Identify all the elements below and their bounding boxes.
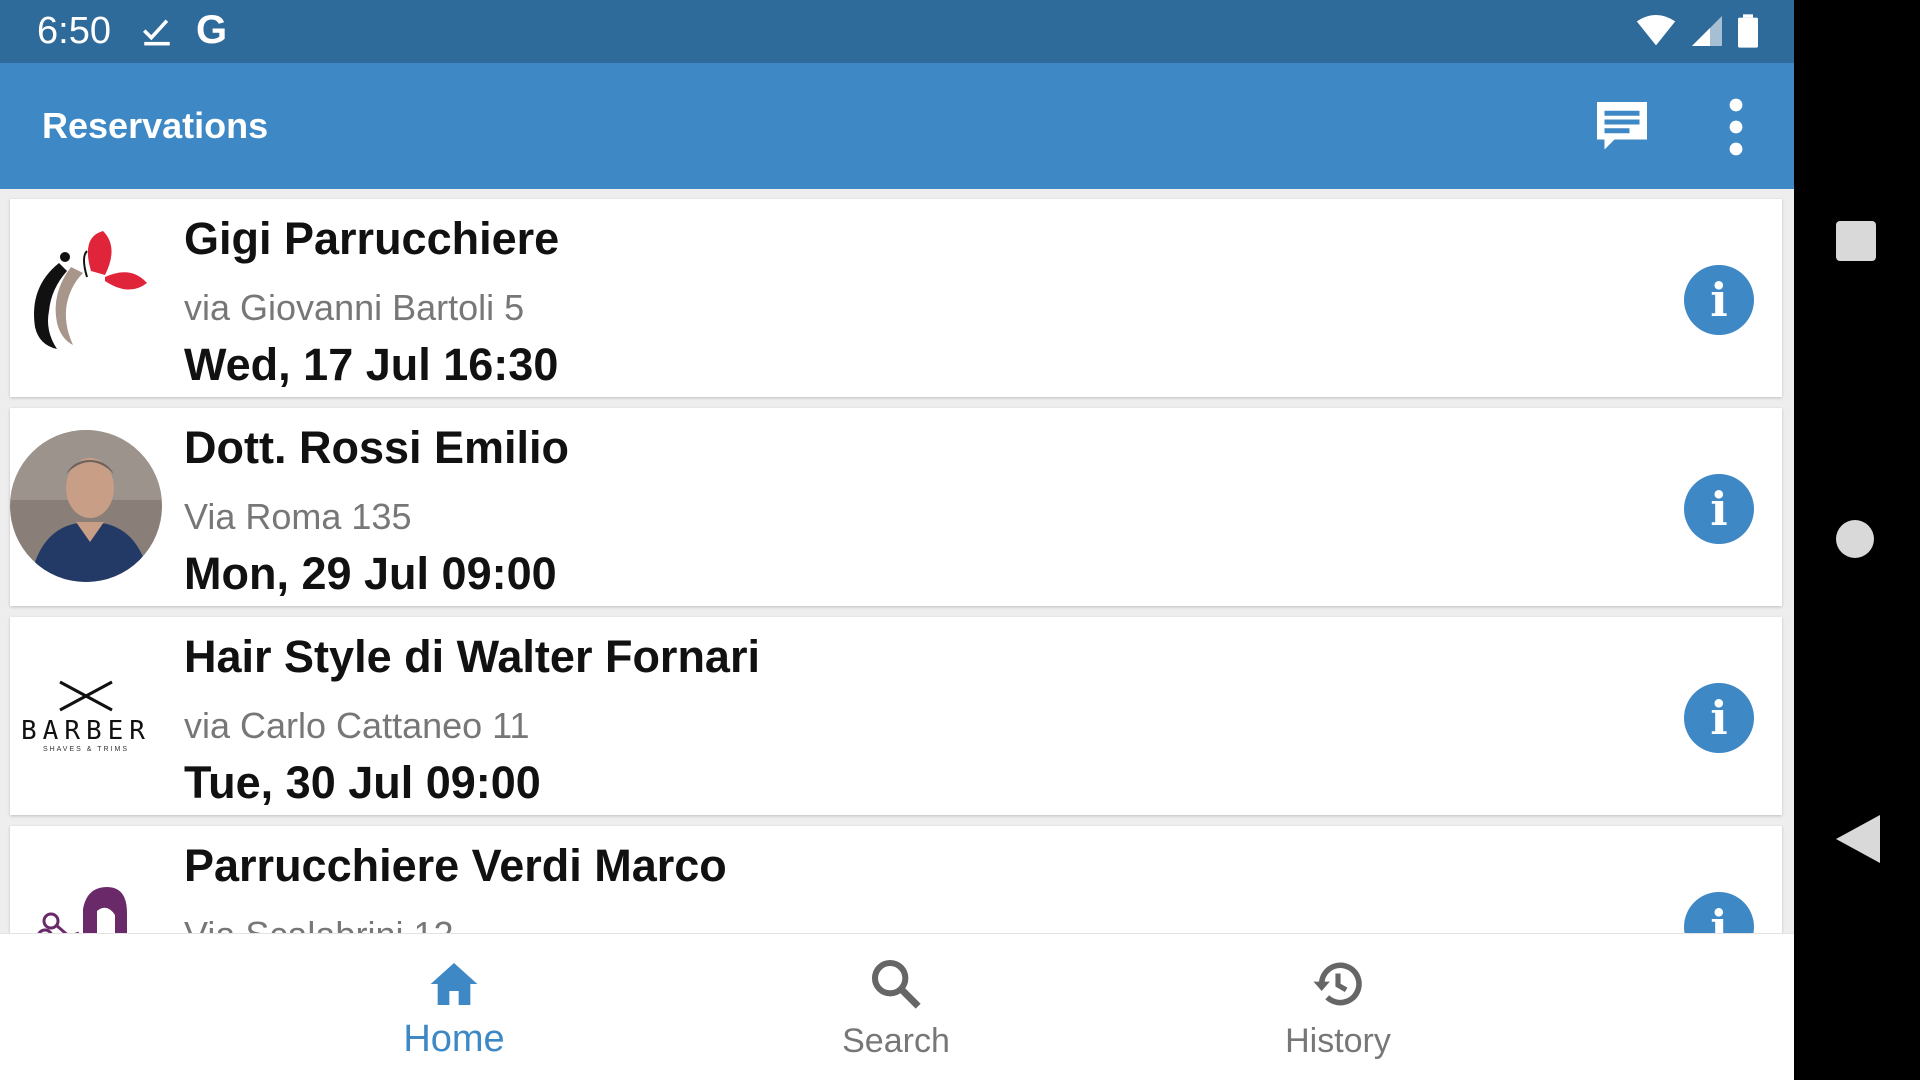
wifi-icon <box>1636 15 1676 46</box>
reservation-address: via Carlo Cattaneo 11 <box>184 705 530 746</box>
nav-home[interactable]: Home <box>234 934 674 1080</box>
page-title: Reservations <box>42 105 269 146</box>
reservation-date: Wed, 17 Jul 16:30 <box>184 339 559 390</box>
reservation-card[interactable]: BARBER SHAVES & TRIMS Hair Style di Walt… <box>10 617 1782 815</box>
info-icon[interactable]: i <box>1684 683 1754 753</box>
info-icon[interactable]: i <box>1684 892 1754 933</box>
system-home-icon[interactable] <box>1836 520 1874 558</box>
reservation-date: Tue, 30 Jul 09:00 <box>184 757 541 808</box>
chat-icon[interactable] <box>1590 97 1654 157</box>
info-icon[interactable]: i <box>1684 265 1754 335</box>
back-icon[interactable] <box>1836 815 1880 863</box>
reservation-card[interactable]: Gigi Parrucchiere via Giovanni Bartoli 5… <box>10 199 1782 397</box>
google-icon: G <box>196 8 228 52</box>
download-done-icon <box>142 19 170 46</box>
reservation-address: Via Roma 135 <box>184 496 412 537</box>
app-screen: 6:50 G Reservations Gigi Parrucchiere vi… <box>0 0 1794 1080</box>
reservation-name: Gigi Parrucchiere <box>184 213 560 264</box>
info-icon[interactable]: i <box>1684 474 1754 544</box>
barber-logo-text: BARBER <box>21 715 151 746</box>
nav-home-label: Home <box>403 1018 505 1060</box>
doctor-photo-avatar <box>10 430 162 582</box>
history-icon <box>1313 962 1362 1006</box>
more-options-icon[interactable] <box>1716 97 1756 157</box>
nav-history[interactable]: History <box>1118 934 1558 1080</box>
reservation-name: Dott. Rossi Emilio <box>184 422 570 473</box>
system-navigation-bar <box>1794 0 1920 1080</box>
nav-search[interactable]: Search <box>676 934 1116 1080</box>
status-bar: 6:50 G <box>0 0 1794 63</box>
reservation-card[interactable]: Parrucchiere Verdi Marco Via Scalabrini … <box>10 826 1782 933</box>
search-icon <box>871 959 921 1009</box>
reservations-list[interactable]: Gigi Parrucchiere via Giovanni Bartoli 5… <box>0 189 1794 933</box>
reservation-card[interactable]: Dott. Rossi Emilio Via Roma 135 Mon, 29 … <box>10 408 1782 606</box>
app-bar: Reservations <box>0 63 1794 189</box>
nav-search-label: Search <box>842 1022 950 1060</box>
reservation-address: Via Scalabrini 12 <box>184 914 454 933</box>
reservation-address: via Giovanni Bartoli 5 <box>184 287 525 328</box>
nav-history-label: History <box>1285 1022 1391 1060</box>
reservation-date: Mon, 29 Jul 09:00 <box>184 548 557 599</box>
battery-icon <box>1738 14 1758 48</box>
reservation-name: Parrucchiere Verdi Marco <box>184 840 727 891</box>
barber-logo: BARBER SHAVES & TRIMS <box>10 639 162 791</box>
hair-woman-butterfly-logo <box>10 221 162 373</box>
recents-icon[interactable] <box>1836 221 1876 261</box>
bottom-navigation: Home Search History <box>0 933 1794 1080</box>
status-indicators <box>1636 14 1758 48</box>
crossed-razors-icon <box>59 680 113 711</box>
home-icon <box>430 963 478 1005</box>
reservation-name: Hair Style di Walter Fornari <box>184 631 760 682</box>
hairdresser-scissors-logo <box>10 848 162 933</box>
status-time: 6:50 <box>37 10 111 52</box>
barber-logo-subtext: SHAVES & TRIMS <box>42 745 130 753</box>
cell-signal-icon <box>1692 16 1722 46</box>
